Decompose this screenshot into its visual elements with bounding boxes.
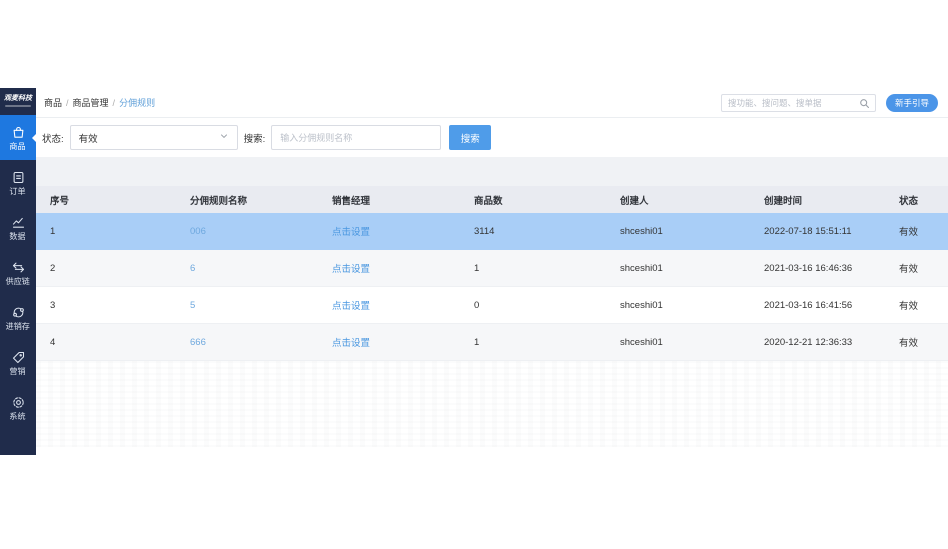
status-badge: 有效 — [885, 224, 948, 238]
breadcrumb-separator: / — [113, 98, 116, 108]
logo-text: 观麦科技 — [2, 93, 34, 103]
cell-created-at: 2020-12-21 12:36:33 — [750, 337, 885, 348]
table-row[interactable]: 3 5 点击设置 0 shceshi01 2021-03-16 16:41:56… — [36, 287, 948, 324]
breadcrumb: 商品 / 商品管理 / 分佣规则 — [44, 96, 155, 109]
sidebar-item-label: 订单 — [10, 187, 26, 195]
status-select[interactable]: 有效 — [70, 125, 238, 150]
logo: 观麦科技 — [0, 88, 36, 107]
cell-index: 2 — [36, 263, 176, 274]
chevron-down-icon — [219, 131, 229, 144]
column-header-status: 状态 — [885, 193, 948, 207]
watermark-area — [36, 361, 948, 455]
data-chart-icon — [11, 215, 26, 230]
supply-chain-icon — [11, 260, 26, 275]
status-badge: 有效 — [885, 261, 948, 275]
rule-name-link[interactable]: 5 — [176, 300, 318, 311]
rule-name-link[interactable]: 6 — [176, 263, 318, 274]
rule-name-link[interactable]: 666 — [176, 337, 318, 348]
status-select-value: 有效 — [79, 131, 98, 145]
sidebar-item-label: 进销存 — [6, 322, 30, 330]
search-button[interactable]: 搜索 — [449, 125, 491, 150]
cell-goods-count: 0 — [460, 300, 606, 311]
table-row[interactable]: 2 6 点击设置 1 shceshi01 2021-03-16 16:46:36… — [36, 250, 948, 287]
cell-creator: shceshi01 — [606, 300, 750, 311]
table-row[interactable]: 4 666 点击设置 1 shceshi01 2020-12-21 12:36:… — [36, 324, 948, 361]
filter-bar: 状态: 有效 搜索: 搜索 — [36, 118, 948, 157]
marketing-tag-icon — [11, 350, 26, 365]
set-manager-link[interactable]: 点击设置 — [318, 335, 460, 349]
global-search-input[interactable] — [722, 95, 875, 111]
column-header-name: 分佣规则名称 — [176, 193, 318, 207]
orders-icon — [11, 170, 26, 185]
cell-index: 3 — [36, 300, 176, 311]
column-header-goods-count: 商品数 — [460, 193, 606, 207]
cell-goods-count: 1 — [460, 263, 606, 274]
rule-name-search-input[interactable] — [271, 125, 441, 150]
cell-created-at: 2021-03-16 16:41:56 — [750, 300, 885, 311]
status-badge: 有效 — [885, 335, 948, 349]
column-header-creator: 创建人 — [606, 193, 750, 207]
content-spacer — [36, 157, 948, 186]
table-header: 序号 分佣规则名称 销售经理 商品数 创建人 创建时间 状态 — [36, 186, 948, 213]
cell-creator: shceshi01 — [606, 263, 750, 274]
breadcrumb-level1[interactable]: 商品 — [44, 96, 62, 109]
breadcrumb-current: 分佣规则 — [119, 96, 155, 109]
sidebar-item-inventory[interactable]: 进销存 — [0, 295, 36, 340]
cell-goods-count: 3114 — [460, 226, 606, 237]
cell-created-at: 2022-07-18 15:51:11 — [750, 226, 885, 237]
sidebar-item-goods[interactable]: 商品 — [0, 115, 36, 160]
set-manager-link[interactable]: 点击设置 — [318, 224, 460, 238]
app-window: 观麦科技 商品 订单 数据 — [0, 88, 948, 455]
breadcrumb-level2[interactable]: 商品管理 — [73, 96, 109, 109]
cell-creator: shceshi01 — [606, 337, 750, 348]
global-search-box — [721, 94, 876, 112]
set-manager-link[interactable]: 点击设置 — [318, 261, 460, 275]
set-manager-link[interactable]: 点击设置 — [318, 298, 460, 312]
sidebar-item-label: 营销 — [10, 367, 26, 375]
column-header-created-at: 创建时间 — [750, 193, 885, 207]
table-row[interactable]: 1 006 点击设置 3114 shceshi01 2022-07-18 15:… — [36, 213, 948, 250]
rule-name-link[interactable]: 006 — [176, 226, 318, 237]
goods-icon — [11, 125, 26, 140]
novice-guide-button[interactable]: 新手引导 — [886, 94, 938, 112]
search-filter-label: 搜索: — [244, 131, 266, 145]
sidebar-item-supply-chain[interactable]: 供应链 — [0, 250, 36, 295]
sidebar: 观麦科技 商品 订单 数据 — [0, 88, 36, 455]
sidebar-nav: 商品 订单 数据 供应链 — [0, 115, 36, 430]
cell-creator: shceshi01 — [606, 226, 750, 237]
cell-index: 4 — [36, 337, 176, 348]
sidebar-item-label: 商品 — [10, 142, 26, 150]
logo-subtext-decoration — [5, 105, 31, 107]
sidebar-item-orders[interactable]: 订单 — [0, 160, 36, 205]
sidebar-item-data[interactable]: 数据 — [0, 205, 36, 250]
breadcrumb-separator: / — [66, 98, 69, 108]
status-filter-label: 状态: — [42, 131, 64, 145]
inventory-icon — [11, 305, 26, 320]
search-icon[interactable] — [858, 97, 871, 110]
topbar: 商品 / 商品管理 / 分佣规则 新手引导 — [36, 88, 948, 118]
main-content: 商品 / 商品管理 / 分佣规则 新手引导 状态: 有效 — [36, 88, 948, 455]
cell-goods-count: 1 — [460, 337, 606, 348]
cell-created-at: 2021-03-16 16:46:36 — [750, 263, 885, 274]
column-header-manager: 销售经理 — [318, 193, 460, 207]
sidebar-item-system[interactable]: 系统 — [0, 385, 36, 430]
topbar-right: 新手引导 — [721, 94, 938, 112]
sidebar-item-label: 系统 — [10, 412, 26, 420]
sidebar-item-label: 数据 — [10, 232, 26, 240]
sidebar-item-marketing[interactable]: 营销 — [0, 340, 36, 385]
column-header-index: 序号 — [36, 193, 176, 207]
cell-index: 1 — [36, 226, 176, 237]
system-gear-icon — [11, 395, 26, 410]
status-badge: 有效 — [885, 298, 948, 312]
sidebar-item-label: 供应链 — [6, 277, 30, 285]
